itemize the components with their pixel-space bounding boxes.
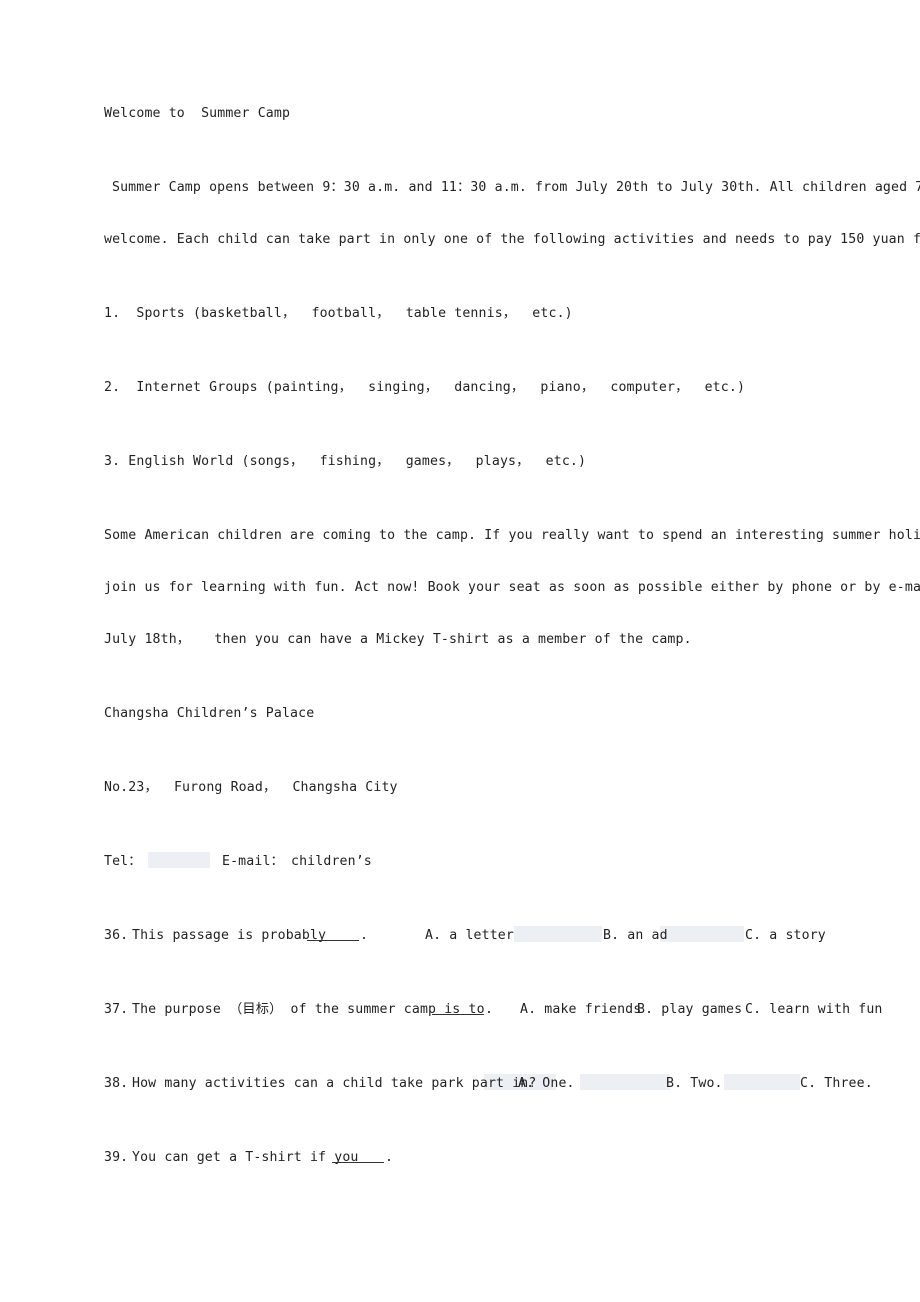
question-38-option-a[interactable]: A. One.	[518, 1076, 575, 1092]
question-38-stem: How many activities can a child take par…	[132, 1076, 537, 1091]
question-36-option-c[interactable]: C. a story	[745, 928, 826, 944]
question-38-number: 38.	[104, 1076, 129, 1091]
closing-line-2: join us for learning with fun. Act now! …	[104, 580, 920, 595]
question-37-option-c[interactable]: C. learn with fun	[745, 1002, 883, 1018]
q36-spacer-b	[660, 926, 744, 942]
email-value: children’s	[291, 854, 372, 869]
email-label: E-mail：	[222, 854, 284, 869]
question-37-number: 37.	[104, 1002, 129, 1017]
question-36-number: 36.	[104, 928, 129, 943]
question-39-number: 39.	[104, 1150, 129, 1165]
question-39-blank[interactable]	[332, 1150, 384, 1163]
question-37-blank[interactable]	[432, 1002, 484, 1015]
question-37-option-b[interactable]: B. play games	[637, 1002, 742, 1018]
question-36-stem-end: .	[360, 928, 369, 943]
question-39-stem-end: .	[385, 1150, 394, 1165]
q38-spacer-b	[580, 1074, 670, 1090]
closing-line-3: July 18th， then you can have a Mickey T-…	[104, 632, 692, 647]
question-36-stem: This passage is probably	[132, 928, 335, 943]
closing-line-1: Some American children are coming to the…	[104, 528, 920, 543]
tel-value-redaction	[148, 852, 210, 868]
activity-item-1: 1. Sports (basketball， football， table t…	[104, 306, 573, 321]
question-36-option-b[interactable]: B. an ad	[603, 928, 668, 944]
question-38-option-b[interactable]: B. Two.	[666, 1076, 723, 1092]
question-36-option-a[interactable]: A. a letter	[425, 928, 514, 944]
q36-spacer-a	[514, 926, 602, 942]
intro-line-2: welcome. Each child can take part in onl…	[104, 232, 920, 247]
question-37-stem-end: .	[485, 1002, 494, 1017]
activity-item-3: 3. English World (songs， fishing， games，…	[104, 454, 587, 469]
tel-label: Tel：	[104, 854, 142, 869]
q38-spacer-c	[724, 1074, 800, 1090]
page-title: Welcome to Summer Camp	[104, 106, 291, 121]
intro-line-1: Summer Camp opens between 9：30 a.m. and …	[112, 180, 920, 195]
document-page: Welcome to Summer Camp Summer Camp opens…	[0, 0, 920, 1302]
question-36-blank[interactable]	[307, 928, 359, 941]
organization-name: Changsha Children’s Palace	[104, 706, 315, 721]
activity-item-2: 2. Internet Groups (painting， singing， d…	[104, 380, 746, 395]
question-38-option-c[interactable]: C. Three.	[800, 1076, 873, 1092]
question-37-option-a[interactable]: A. make friends	[520, 1002, 641, 1018]
postal-address: No.23， Furong Road， Changsha City	[104, 780, 398, 795]
